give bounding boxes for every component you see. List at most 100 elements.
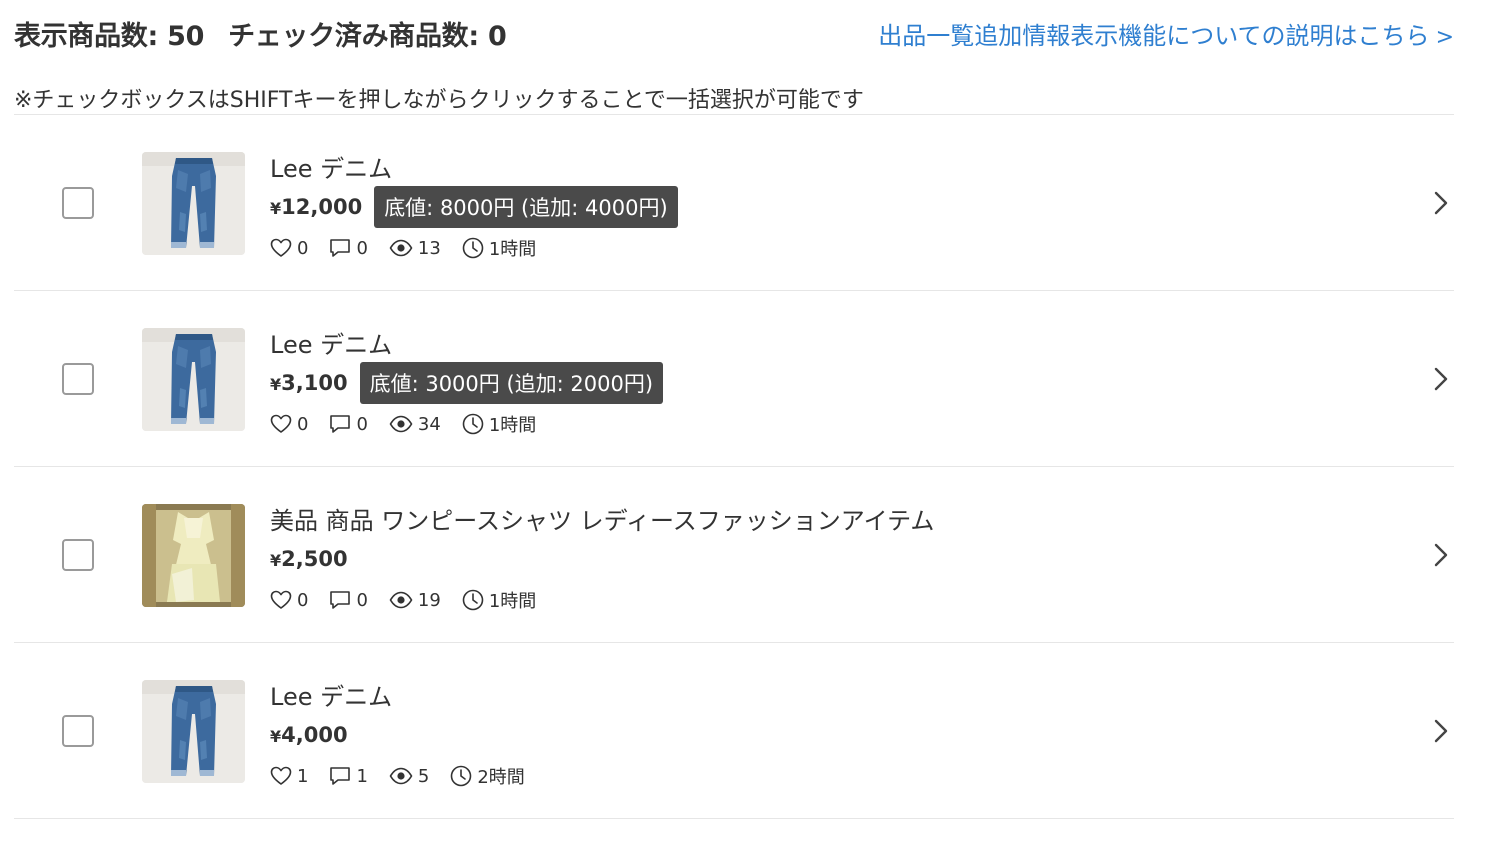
product-thumbnail[interactable] [142, 328, 245, 431]
listing-row[interactable]: Lee デニム ¥4,000 1 1 5 2時間 [14, 643, 1454, 819]
listed-time: 1時間 [488, 591, 537, 612]
floor-price-badge: 底値: 3000円 (追加: 2000円) [359, 362, 664, 404]
comments-count: 0 [356, 413, 368, 435]
comments-count: 0 [356, 589, 368, 611]
jeans-photo [142, 680, 245, 783]
product-thumbnail[interactable] [142, 504, 245, 607]
product-thumbnail[interactable] [142, 680, 245, 783]
listed-time: 2時間 [477, 767, 525, 788]
item-counts: 表示商品数: 50 チェック済み商品数: 0 [14, 14, 507, 53]
heart-icon [270, 238, 292, 257]
product-title: Lee デニム [270, 683, 393, 711]
time-stat: 1時間 [462, 411, 536, 437]
time-stat: 1時間 [462, 587, 536, 613]
views-stat: 13 [389, 238, 441, 259]
bulk-select-note: ※チェックボックスはSHIFTキーを押しながらクリックすることで一括選択が可能で… [14, 88, 864, 113]
comments-count: 1 [356, 765, 368, 787]
price-row: ¥12,000 底値: 8000円 (追加: 4000円) [270, 186, 678, 228]
price-row: ¥2,500 [270, 539, 348, 579]
yen-symbol: ¥ [270, 199, 282, 218]
listing-row[interactable]: 美品 商品 ワンピースシャツ レディースファッションアイテム ¥2,500 0 … [14, 467, 1454, 643]
jeans-photo [142, 152, 245, 255]
views-stat: 5 [389, 766, 429, 787]
time-stat: 1時間 [462, 235, 536, 261]
shown-count: 表示商品数: 50 [14, 21, 205, 52]
listing-list: Lee デニム ¥12,000 底値: 8000円 (追加: 4000円) 0 … [14, 114, 1454, 819]
views-stat: 19 [389, 590, 441, 611]
list-header: 表示商品数: 50 チェック済み商品数: 0 出品一覧追加情報表示機能についての説… [14, 14, 1454, 54]
likes-stat: 1 [270, 766, 308, 787]
select-checkbox[interactable] [62, 363, 94, 395]
product-title: 美品 商品 ワンピースシャツ レディースファッションアイテム [270, 507, 935, 535]
yen-symbol: ¥ [270, 551, 282, 570]
comments-stat: 1 [329, 765, 368, 787]
chevron-right-icon[interactable] [1430, 541, 1452, 569]
clock-icon [462, 413, 484, 435]
views-count: 5 [417, 765, 430, 787]
heart-icon [270, 766, 292, 785]
help-link-text: 出品一覧追加情報表示機能についての説明はこちら [878, 22, 1430, 50]
product-title: Lee デニム [270, 155, 393, 183]
floor-price-badge: 底値: 8000円 (追加: 4000円) [374, 186, 678, 228]
product-price: ¥2,500 [270, 547, 348, 571]
product-price: ¥4,000 [270, 723, 348, 747]
comments-stat: 0 [329, 413, 368, 435]
price-row: ¥4,000 [270, 715, 348, 755]
comment-icon [330, 415, 351, 433]
checked-count: チェック済み商品数: 0 [228, 21, 507, 52]
views-count: 13 [417, 237, 441, 259]
yen-symbol: ¥ [270, 375, 282, 394]
product-thumbnail[interactable] [142, 152, 245, 255]
eye-icon [389, 239, 413, 257]
price-value: 2,500 [281, 547, 348, 571]
item-stats: 1 1 5 2時間 [270, 763, 546, 789]
item-stats: 0 0 13 1時間 [270, 235, 557, 261]
select-checkbox[interactable] [62, 715, 94, 747]
price-row: ¥3,100 底値: 3000円 (追加: 2000円) [270, 362, 664, 404]
comments-stat: 0 [329, 589, 368, 611]
product-price: ¥12,000 [270, 195, 362, 219]
listing-row[interactable]: Lee デニム ¥3,100 底値: 3000円 (追加: 2000円) 0 0… [14, 291, 1454, 467]
eye-icon [389, 415, 413, 433]
product-title: Lee デニム [270, 331, 393, 359]
clock-icon [451, 765, 472, 787]
comment-icon [330, 591, 351, 609]
price-value: 3,100 [281, 371, 348, 395]
comments-stat: 0 [329, 237, 368, 259]
listed-time: 1時間 [488, 239, 537, 260]
likes-stat: 0 [270, 590, 308, 611]
select-checkbox[interactable] [62, 539, 94, 571]
clock-icon [462, 237, 484, 259]
clock-icon [462, 589, 484, 611]
comment-icon [330, 767, 351, 785]
chevron-right-icon[interactable] [1430, 189, 1452, 217]
likes-count: 0 [297, 237, 309, 259]
price-value: 12,000 [281, 195, 363, 219]
select-checkbox[interactable] [62, 187, 94, 219]
price-value: 4,000 [281, 723, 348, 747]
item-stats: 0 0 19 1時間 [270, 587, 557, 613]
heart-icon [270, 414, 292, 433]
listed-time: 1時間 [488, 415, 537, 436]
comments-count: 0 [356, 237, 368, 259]
likes-count: 0 [297, 413, 309, 435]
help-link-chevron: > [1435, 25, 1454, 50]
eye-icon [389, 591, 413, 609]
product-price: ¥3,100 [270, 371, 348, 395]
yen-symbol: ¥ [270, 727, 282, 746]
views-count: 34 [417, 413, 441, 435]
likes-stat: 0 [270, 414, 308, 435]
listing-row[interactable]: Lee デニム ¥12,000 底値: 8000円 (追加: 4000円) 0 … [14, 115, 1454, 291]
dress-photo [142, 504, 245, 607]
likes-count: 0 [297, 589, 309, 611]
likes-count: 1 [297, 765, 309, 787]
chevron-right-icon[interactable] [1430, 717, 1452, 745]
time-stat: 2時間 [450, 763, 525, 789]
likes-stat: 0 [270, 238, 308, 259]
chevron-right-icon[interactable] [1430, 365, 1452, 393]
comment-icon [330, 239, 351, 257]
views-stat: 34 [389, 414, 441, 435]
help-link[interactable]: 出品一覧追加情報表示機能についての説明はこちら > [878, 16, 1454, 51]
eye-icon [389, 767, 413, 785]
heart-icon [270, 590, 292, 609]
